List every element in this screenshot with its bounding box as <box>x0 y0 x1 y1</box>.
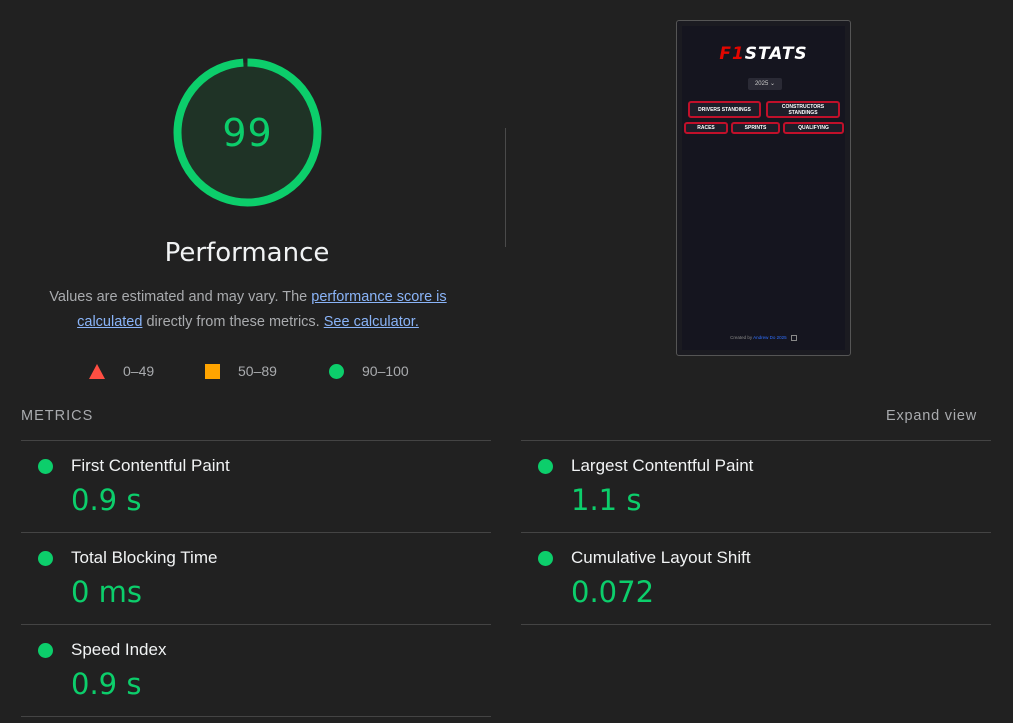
metric-value: 0.9 s <box>71 667 142 701</box>
description-text-middle: directly from these metrics. <box>142 314 324 330</box>
linkedin-icon <box>790 335 797 341</box>
races-button: RACES <box>684 122 728 134</box>
constructors-standings-button: CONSTRUCTORS STANDINGS <box>766 101 840 118</box>
pass-indicator-icon <box>538 551 553 566</box>
description-text: Values are estimated and may vary. The <box>49 289 312 305</box>
divider <box>521 624 991 625</box>
pass-indicator-icon <box>38 643 53 658</box>
legend-average-range: 50–89 <box>238 363 277 379</box>
pass-indicator-icon <box>38 459 53 474</box>
metric-label: Largest Contentful Paint <box>571 456 754 475</box>
year-select: 2025 ⌄ <box>748 78 782 90</box>
divider <box>21 716 491 717</box>
metric-label: First Contentful Paint <box>71 456 230 475</box>
score-legend: 0–49 50–89 90–100 <box>0 361 500 381</box>
metric-value: 0 ms <box>71 575 143 609</box>
qualifying-button: QUALIFYING <box>783 122 844 134</box>
green-circle-icon <box>329 363 344 379</box>
vertical-divider <box>505 128 506 247</box>
drivers-standings-button: DRIVERS STANDINGS <box>688 101 761 118</box>
metric-label: Total Blocking Time <box>71 548 218 567</box>
metric-first-contentful-paint: First Contentful Paint 0.9 s <box>21 440 491 532</box>
orange-square-icon <box>205 363 220 379</box>
red-triangle-icon <box>89 363 105 379</box>
f1stats-logo: F1STATS <box>719 44 808 64</box>
metric-largest-contentful-paint: Largest Contentful Paint 1.1 s <box>521 440 991 532</box>
metric-value: 0.9 s <box>71 483 142 517</box>
legend-pass-range: 90–100 <box>362 363 409 379</box>
metric-value: 1.1 s <box>571 483 642 517</box>
page-credit: Created by Andrew Do 2025 <box>682 335 845 341</box>
score-value: 99 <box>222 110 273 155</box>
sprints-button: SPRINTS <box>731 122 780 134</box>
legend-pass: 90–100 <box>329 361 409 381</box>
metric-value: 0.072 <box>571 575 655 609</box>
performance-title: Performance <box>164 238 330 268</box>
expand-view-toggle[interactable]: Expand view <box>886 408 977 424</box>
metric-cumulative-layout-shift: Cumulative Layout Shift 0.072 <box>521 532 991 624</box>
pass-indicator-icon <box>538 459 553 474</box>
metric-label: Speed Index <box>71 640 167 659</box>
screenshot-page: F1STATS 2025 ⌄ DRIVERS STANDINGS CONSTRU… <box>682 26 845 350</box>
score-description: Values are estimated and may vary. The p… <box>28 285 468 335</box>
performance-score-gauge: 99 <box>172 57 323 208</box>
legend-fail: 0–49 <box>89 361 154 381</box>
metric-label: Cumulative Layout Shift <box>571 548 751 567</box>
final-screenshot-thumbnail[interactable]: F1STATS 2025 ⌄ DRIVERS STANDINGS CONSTRU… <box>676 20 851 356</box>
legend-average: 50–89 <box>205 361 277 381</box>
see-calculator-link[interactable]: See calculator. <box>324 314 419 330</box>
metric-total-blocking-time: Total Blocking Time 0 ms <box>21 532 491 624</box>
pass-indicator-icon <box>38 551 53 566</box>
legend-fail-range: 0–49 <box>123 363 155 379</box>
metrics-header: METRICS <box>21 408 94 424</box>
metric-speed-index: Speed Index 0.9 s <box>21 624 491 716</box>
